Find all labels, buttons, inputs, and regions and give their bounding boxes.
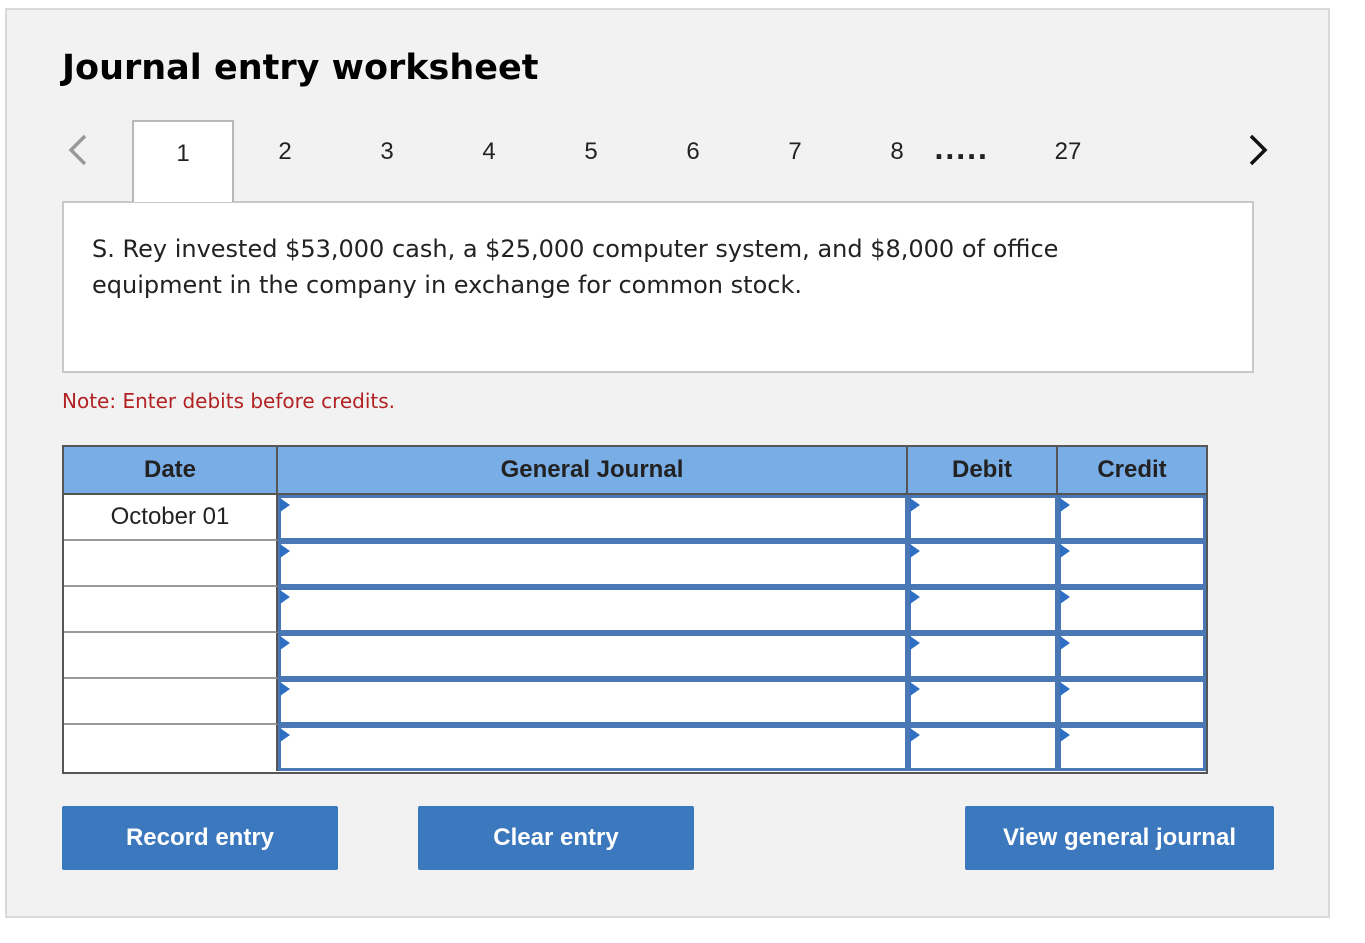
debit-input[interactable] (908, 633, 1058, 679)
header-general-journal: General Journal (278, 447, 908, 495)
prev-arrow-button[interactable] (58, 130, 98, 170)
table-row (64, 679, 1206, 725)
debit-input[interactable] (908, 725, 1058, 771)
table-row (64, 725, 1206, 771)
date-cell (64, 541, 278, 587)
page-title: Journal entry worksheet (62, 48, 539, 88)
header-credit: Credit (1058, 447, 1206, 495)
header-date: Date (64, 447, 278, 495)
credit-input[interactable] (1058, 587, 1206, 633)
account-dropdown[interactable] (278, 541, 908, 587)
record-entry-button[interactable]: Record entry (62, 806, 338, 870)
tab-8[interactable]: 8 (846, 120, 948, 202)
tab-2[interactable]: 2 (234, 120, 336, 202)
account-dropdown[interactable] (278, 679, 908, 725)
date-cell: October 01 (64, 495, 278, 541)
account-dropdown[interactable] (278, 587, 908, 633)
date-cell (64, 587, 278, 633)
debit-input[interactable] (908, 495, 1058, 541)
account-dropdown[interactable] (278, 725, 908, 771)
credit-input[interactable] (1058, 679, 1206, 725)
note-text: Note: Enter debits before credits. (62, 389, 396, 413)
tab-27[interactable]: 27 (1017, 120, 1119, 202)
table-row (64, 587, 1206, 633)
tab-7[interactable]: 7 (744, 120, 846, 202)
tab-5[interactable]: 5 (540, 120, 642, 202)
chevron-left-icon (68, 134, 87, 166)
clear-entry-button[interactable]: Clear entry (418, 806, 694, 870)
pagination-ellipsis: ..... (934, 136, 989, 166)
table-row (64, 633, 1206, 679)
view-general-journal-button[interactable]: View general journal (965, 806, 1274, 870)
debit-input[interactable] (908, 541, 1058, 587)
credit-input[interactable] (1058, 541, 1206, 587)
debit-input[interactable] (908, 679, 1058, 725)
tab-6[interactable]: 6 (642, 120, 744, 202)
journal-table: Date General Journal Debit Credit Octobe… (62, 445, 1208, 774)
account-dropdown[interactable] (278, 495, 908, 541)
credit-input[interactable] (1058, 725, 1206, 771)
table-row: October 01 (64, 495, 1206, 541)
credit-input[interactable] (1058, 495, 1206, 541)
tab-1[interactable]: 1 (132, 120, 234, 202)
next-arrow-button[interactable] (1238, 130, 1278, 170)
date-cell (64, 725, 278, 771)
question-text: S. Rey invested $53,000 cash, a $25,000 … (92, 235, 1059, 299)
tab-3[interactable]: 3 (336, 120, 438, 202)
account-dropdown[interactable] (278, 633, 908, 679)
date-cell (64, 633, 278, 679)
date-cell (64, 679, 278, 725)
header-debit: Debit (908, 447, 1058, 495)
credit-input[interactable] (1058, 633, 1206, 679)
debit-input[interactable] (908, 587, 1058, 633)
question-box: S. Rey invested $53,000 cash, a $25,000 … (62, 201, 1254, 373)
tab-4[interactable]: 4 (438, 120, 540, 202)
chevron-right-icon (1249, 134, 1268, 166)
table-row (64, 541, 1206, 587)
